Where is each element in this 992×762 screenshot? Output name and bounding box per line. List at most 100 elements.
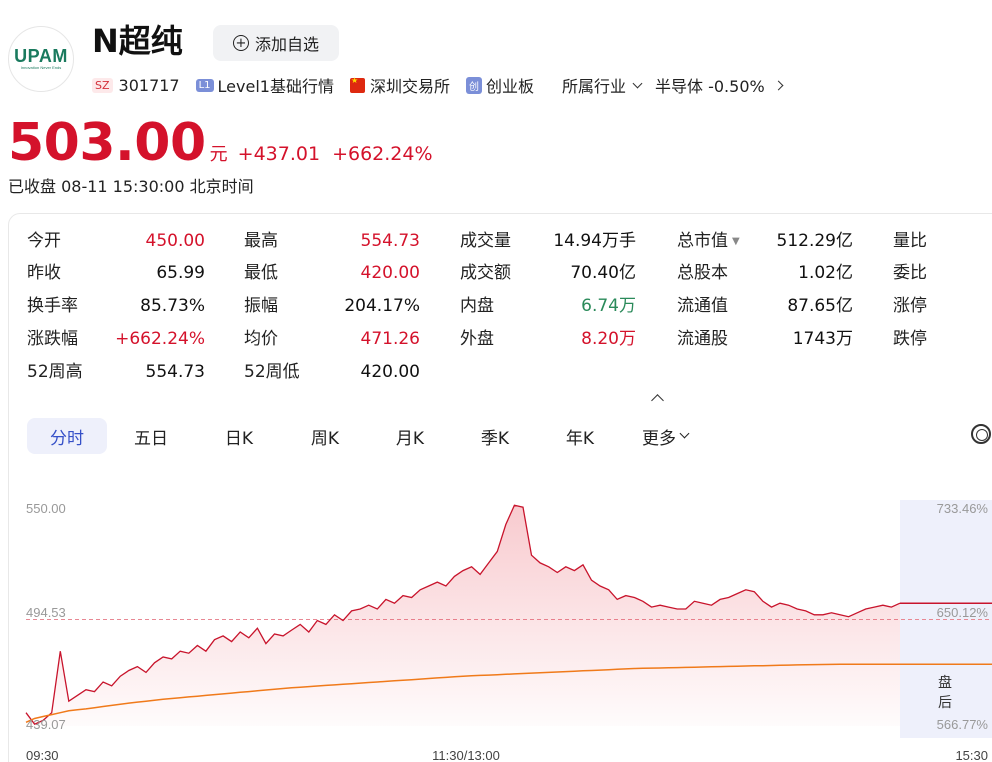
stat-value: 512.29亿 bbox=[776, 231, 853, 251]
stock-header: UPAM Innovation Never Ends N超纯 + 添加自选 SZ… bbox=[0, 0, 992, 110]
board-name: 创业板 bbox=[485, 77, 534, 96]
chart-settings-icon[interactable] bbox=[971, 424, 991, 444]
chevron-right-icon[interactable] bbox=[773, 80, 784, 90]
stat-item: 成交额 70.40亿 bbox=[460, 262, 636, 284]
stat-label: 流通股 bbox=[677, 329, 728, 349]
y-tick-right: 650.12% bbox=[937, 605, 989, 620]
price-unit: 元 bbox=[209, 144, 228, 165]
tab-2[interactable]: 日K bbox=[195, 418, 283, 454]
tab-label: 更多 bbox=[642, 428, 676, 449]
caret-down-icon[interactable]: ▼ bbox=[732, 236, 740, 247]
stat-label: 52周低 bbox=[244, 362, 300, 382]
china-flag-icon bbox=[349, 76, 365, 93]
price-area bbox=[26, 505, 900, 726]
stat-value: 420.00 bbox=[360, 362, 420, 382]
stat-value: 70.40亿 bbox=[570, 263, 636, 283]
stat-value: 450.00 bbox=[145, 231, 205, 251]
tab-4[interactable]: 月K bbox=[367, 418, 453, 454]
stat-value: 87.65亿 bbox=[787, 296, 853, 316]
stat-item: 跌停 bbox=[893, 328, 953, 350]
stat-value: 14.94万手 bbox=[553, 231, 636, 251]
x-tick: 11:30/13:00 bbox=[432, 748, 500, 762]
chevron-down-icon[interactable] bbox=[632, 78, 643, 88]
plus-circle-icon: + bbox=[232, 35, 249, 51]
after-hours-label: 盘 bbox=[938, 674, 952, 691]
x-tick: 15:30 bbox=[955, 748, 988, 762]
stat-item: 委比 bbox=[893, 262, 953, 284]
stat-item: 振幅 204.17% bbox=[244, 295, 420, 317]
tab-label: 月K bbox=[395, 428, 425, 449]
stat-label: 昨收 bbox=[27, 263, 61, 283]
after-hours-label: 后 bbox=[938, 695, 952, 711]
price-change: +437.01 bbox=[237, 143, 321, 165]
stat-label: 成交额 bbox=[460, 263, 511, 283]
logo-text: UPAM bbox=[14, 46, 68, 66]
tab-label: 年K bbox=[565, 428, 595, 449]
stat-item: 均价 471.26 bbox=[244, 328, 420, 350]
stat-item: 总市值 ▼ 512.29亿 bbox=[677, 230, 853, 253]
tab-label: 分时 bbox=[50, 428, 84, 449]
stat-item: 涨跌幅 +662.24% bbox=[27, 328, 205, 350]
y-tick-left: 494.53 bbox=[26, 605, 66, 620]
industry-link[interactable]: 半导体 -0.50% bbox=[655, 73, 765, 97]
chevron-down-icon bbox=[679, 428, 690, 439]
tab-7[interactable]: 更多 bbox=[623, 418, 707, 454]
market-tag: SZ bbox=[92, 77, 113, 93]
stat-label: 均价 bbox=[244, 329, 278, 349]
stat-item: 昨收 65.99 bbox=[27, 262, 205, 284]
industry-dropdown[interactable]: 所属行业 bbox=[562, 73, 626, 97]
tab-5[interactable]: 季K bbox=[453, 418, 537, 454]
market-status: 已收盘 08-11 15:30:00 北京时间 bbox=[8, 177, 254, 196]
stat-value: 65.99 bbox=[156, 263, 205, 283]
stat-label: 外盘 bbox=[460, 329, 494, 349]
price-block: 503.00 元 +437.01 +662.24% bbox=[8, 114, 445, 172]
y-tick-left: 550.00 bbox=[26, 501, 66, 516]
chart-tabs: 分时 五日 日K 周K 月K 季K 年K 更多 bbox=[27, 417, 707, 455]
stat-label: 总市值 bbox=[677, 231, 728, 251]
stat-item: 流通值 87.65亿 bbox=[677, 295, 853, 317]
stat-label: 最低 bbox=[244, 263, 278, 283]
stat-label: 流通值 bbox=[677, 296, 728, 316]
tab-label: 五日 bbox=[134, 428, 168, 449]
stat-item: 52周高 554.73 bbox=[27, 361, 205, 383]
level1-text[interactable]: Level1基础行情 bbox=[218, 73, 334, 97]
stat-value: 554.73 bbox=[145, 362, 205, 382]
stat-label: 换手率 bbox=[27, 296, 78, 316]
logo-subtext: Innovation Never Ends bbox=[20, 65, 62, 70]
chevron-up-icon[interactable] bbox=[651, 394, 664, 407]
stat-label: 委比 bbox=[893, 263, 927, 283]
stat-value: 471.26 bbox=[360, 329, 420, 349]
stat-label: 总股本 bbox=[677, 263, 728, 283]
tab-6[interactable]: 年K bbox=[537, 418, 623, 454]
stat-item: 内盘 6.74万 bbox=[460, 295, 636, 317]
stat-value: 6.74万 bbox=[581, 296, 636, 316]
tab-label: 日K bbox=[224, 428, 254, 449]
stock-meta-row: SZ 301717 L1 Level1基础行情 深圳交易所 创 创业板 所属行业… bbox=[92, 73, 784, 97]
stat-value: 1743万 bbox=[792, 329, 853, 349]
tab-1[interactable]: 五日 bbox=[107, 418, 195, 454]
y-tick-right: 566.77% bbox=[937, 717, 989, 732]
stat-item: 最高 554.73 bbox=[244, 230, 420, 252]
y-tick-right: 733.46% bbox=[937, 501, 989, 516]
stat-label: 成交量 bbox=[460, 231, 511, 251]
tab-0[interactable]: 分时 bbox=[27, 418, 107, 454]
stat-label: 量比 bbox=[893, 231, 927, 251]
add-watchlist-button[interactable]: + 添加自选 bbox=[213, 25, 339, 61]
stat-value: 204.17% bbox=[344, 296, 420, 316]
price-change-percent: +662.24% bbox=[332, 143, 433, 165]
stat-item: 52周低 420.00 bbox=[244, 361, 420, 383]
stat-item: 最低 420.00 bbox=[244, 262, 420, 284]
stat-label: 跌停 bbox=[893, 329, 927, 349]
intraday-chart[interactable]: 550.00 494.53 439.07 733.46% 650.12% 566.77% 0… bbox=[0, 480, 992, 762]
stat-item: 流通股 1743万 bbox=[677, 328, 853, 350]
stat-item: 换手率 85.73% bbox=[27, 295, 205, 317]
stock-name: N超纯 bbox=[92, 22, 183, 60]
tab-3[interactable]: 周K bbox=[283, 418, 367, 454]
current-price: 503.00 bbox=[8, 113, 206, 173]
board-icon: 创 bbox=[465, 76, 482, 94]
stat-value: +662.24% bbox=[115, 329, 205, 349]
stat-item: 今开 450.00 bbox=[27, 230, 205, 252]
company-logo: UPAM Innovation Never Ends bbox=[8, 26, 74, 92]
level1-icon: L1 bbox=[195, 78, 214, 92]
y-tick-left: 439.07 bbox=[26, 717, 66, 732]
